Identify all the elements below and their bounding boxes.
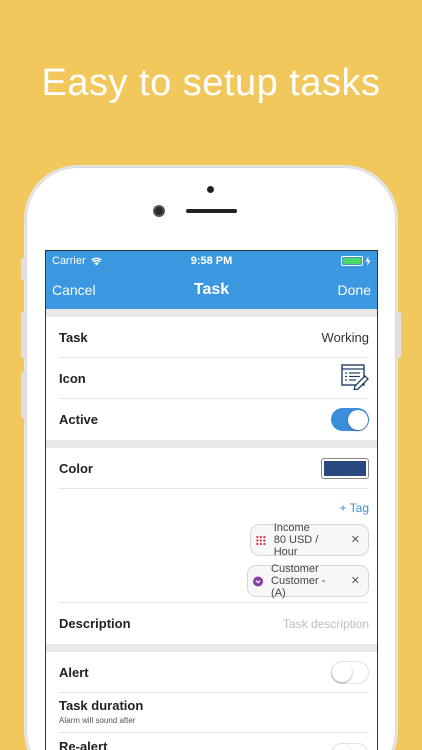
tag-name: Customer xyxy=(271,563,319,575)
task-label: Task xyxy=(59,330,88,345)
cancel-button[interactable]: Cancel xyxy=(52,282,96,298)
tag-value: 80 USD / Hour xyxy=(273,534,319,558)
tag-chip-income[interactable]: Income 80 USD / Hour ✕ xyxy=(250,522,369,558)
task-duration-sub: Alarm will sound after xyxy=(59,716,136,725)
headline: Easy to setup tasks xyxy=(41,62,381,104)
nav-title: Task xyxy=(193,281,230,298)
battery xyxy=(341,256,371,266)
chevron-circle-icon xyxy=(253,575,264,587)
description-row[interactable]: Description Task description xyxy=(46,603,377,644)
toggle-knob xyxy=(332,744,352,750)
color-swatch[interactable] xyxy=(321,458,369,479)
toggle-knob xyxy=(332,662,352,682)
toggle-knob xyxy=(347,409,368,430)
color-row[interactable]: Color xyxy=(46,448,377,489)
tags-section: + Tag Income 80 USD / Hour ✕ Customer Cu… xyxy=(46,489,377,603)
front-camera xyxy=(153,205,165,217)
add-tag-button[interactable]: + Tag xyxy=(340,501,369,515)
phone-mute-switch xyxy=(21,258,26,280)
alert-label: Alert xyxy=(59,665,89,680)
task-duration-row[interactable]: Task duration Alarm will sound after xyxy=(46,693,377,733)
color-label: Color xyxy=(59,461,93,476)
charging-bolt-icon xyxy=(365,256,371,266)
phone-power-button xyxy=(396,312,401,358)
earpiece-speaker xyxy=(186,209,237,213)
proximity-sensor xyxy=(207,186,214,193)
task-value[interactable]: Working xyxy=(322,330,369,345)
tag-chip-customer[interactable]: Customer Customer - (A) ✕ xyxy=(247,563,369,599)
icon-row[interactable]: Icon xyxy=(46,358,377,399)
alert-toggle[interactable] xyxy=(331,661,369,684)
wifi-icon xyxy=(90,257,102,266)
re-alert-row[interactable]: Re-alert xyxy=(46,733,377,750)
remove-tag-icon[interactable]: ✕ xyxy=(351,534,360,546)
section-separator xyxy=(46,440,377,448)
task-row[interactable]: Task Working xyxy=(46,317,377,358)
active-toggle[interactable] xyxy=(331,408,369,431)
tag-chip-text: Income 80 USD / Hour xyxy=(274,522,337,558)
status-bar: Carrier 9:58 PM xyxy=(46,251,377,271)
alert-row: Alert xyxy=(46,652,377,693)
icon-label: Icon xyxy=(59,371,86,386)
carrier-label: Carrier xyxy=(52,255,86,267)
phone-screen: Carrier 9:58 PM Cancel Task Done Task Wo… xyxy=(45,250,378,750)
battery-icon xyxy=(341,256,363,266)
phone-volume-up xyxy=(21,312,26,358)
phone-volume-down xyxy=(21,372,26,418)
description-input[interactable]: Task description xyxy=(283,617,369,631)
task-duration-label: Task duration xyxy=(59,698,144,713)
remove-tag-icon[interactable]: ✕ xyxy=(351,575,360,587)
nav-bar: Cancel Task Done xyxy=(46,271,377,309)
tag-name: Income xyxy=(273,522,310,534)
carrier: Carrier xyxy=(52,255,103,267)
description-label: Description xyxy=(59,616,131,631)
re-alert-toggle[interactable] xyxy=(331,743,369,750)
re-alert-label: Re-alert xyxy=(59,739,108,750)
section-separator xyxy=(46,644,377,652)
grid-dots-icon xyxy=(256,535,266,545)
section-separator xyxy=(46,309,377,317)
active-label: Active xyxy=(59,412,99,427)
tag-chip-text: Customer Customer - (A) xyxy=(271,563,337,599)
active-row: Active xyxy=(46,399,377,440)
tag-value: Customer - (A) xyxy=(271,575,326,599)
task-list-icon[interactable] xyxy=(341,364,369,393)
done-button[interactable]: Done xyxy=(338,282,371,298)
battery-fill xyxy=(343,258,361,264)
color-swatch-fill xyxy=(324,461,366,476)
